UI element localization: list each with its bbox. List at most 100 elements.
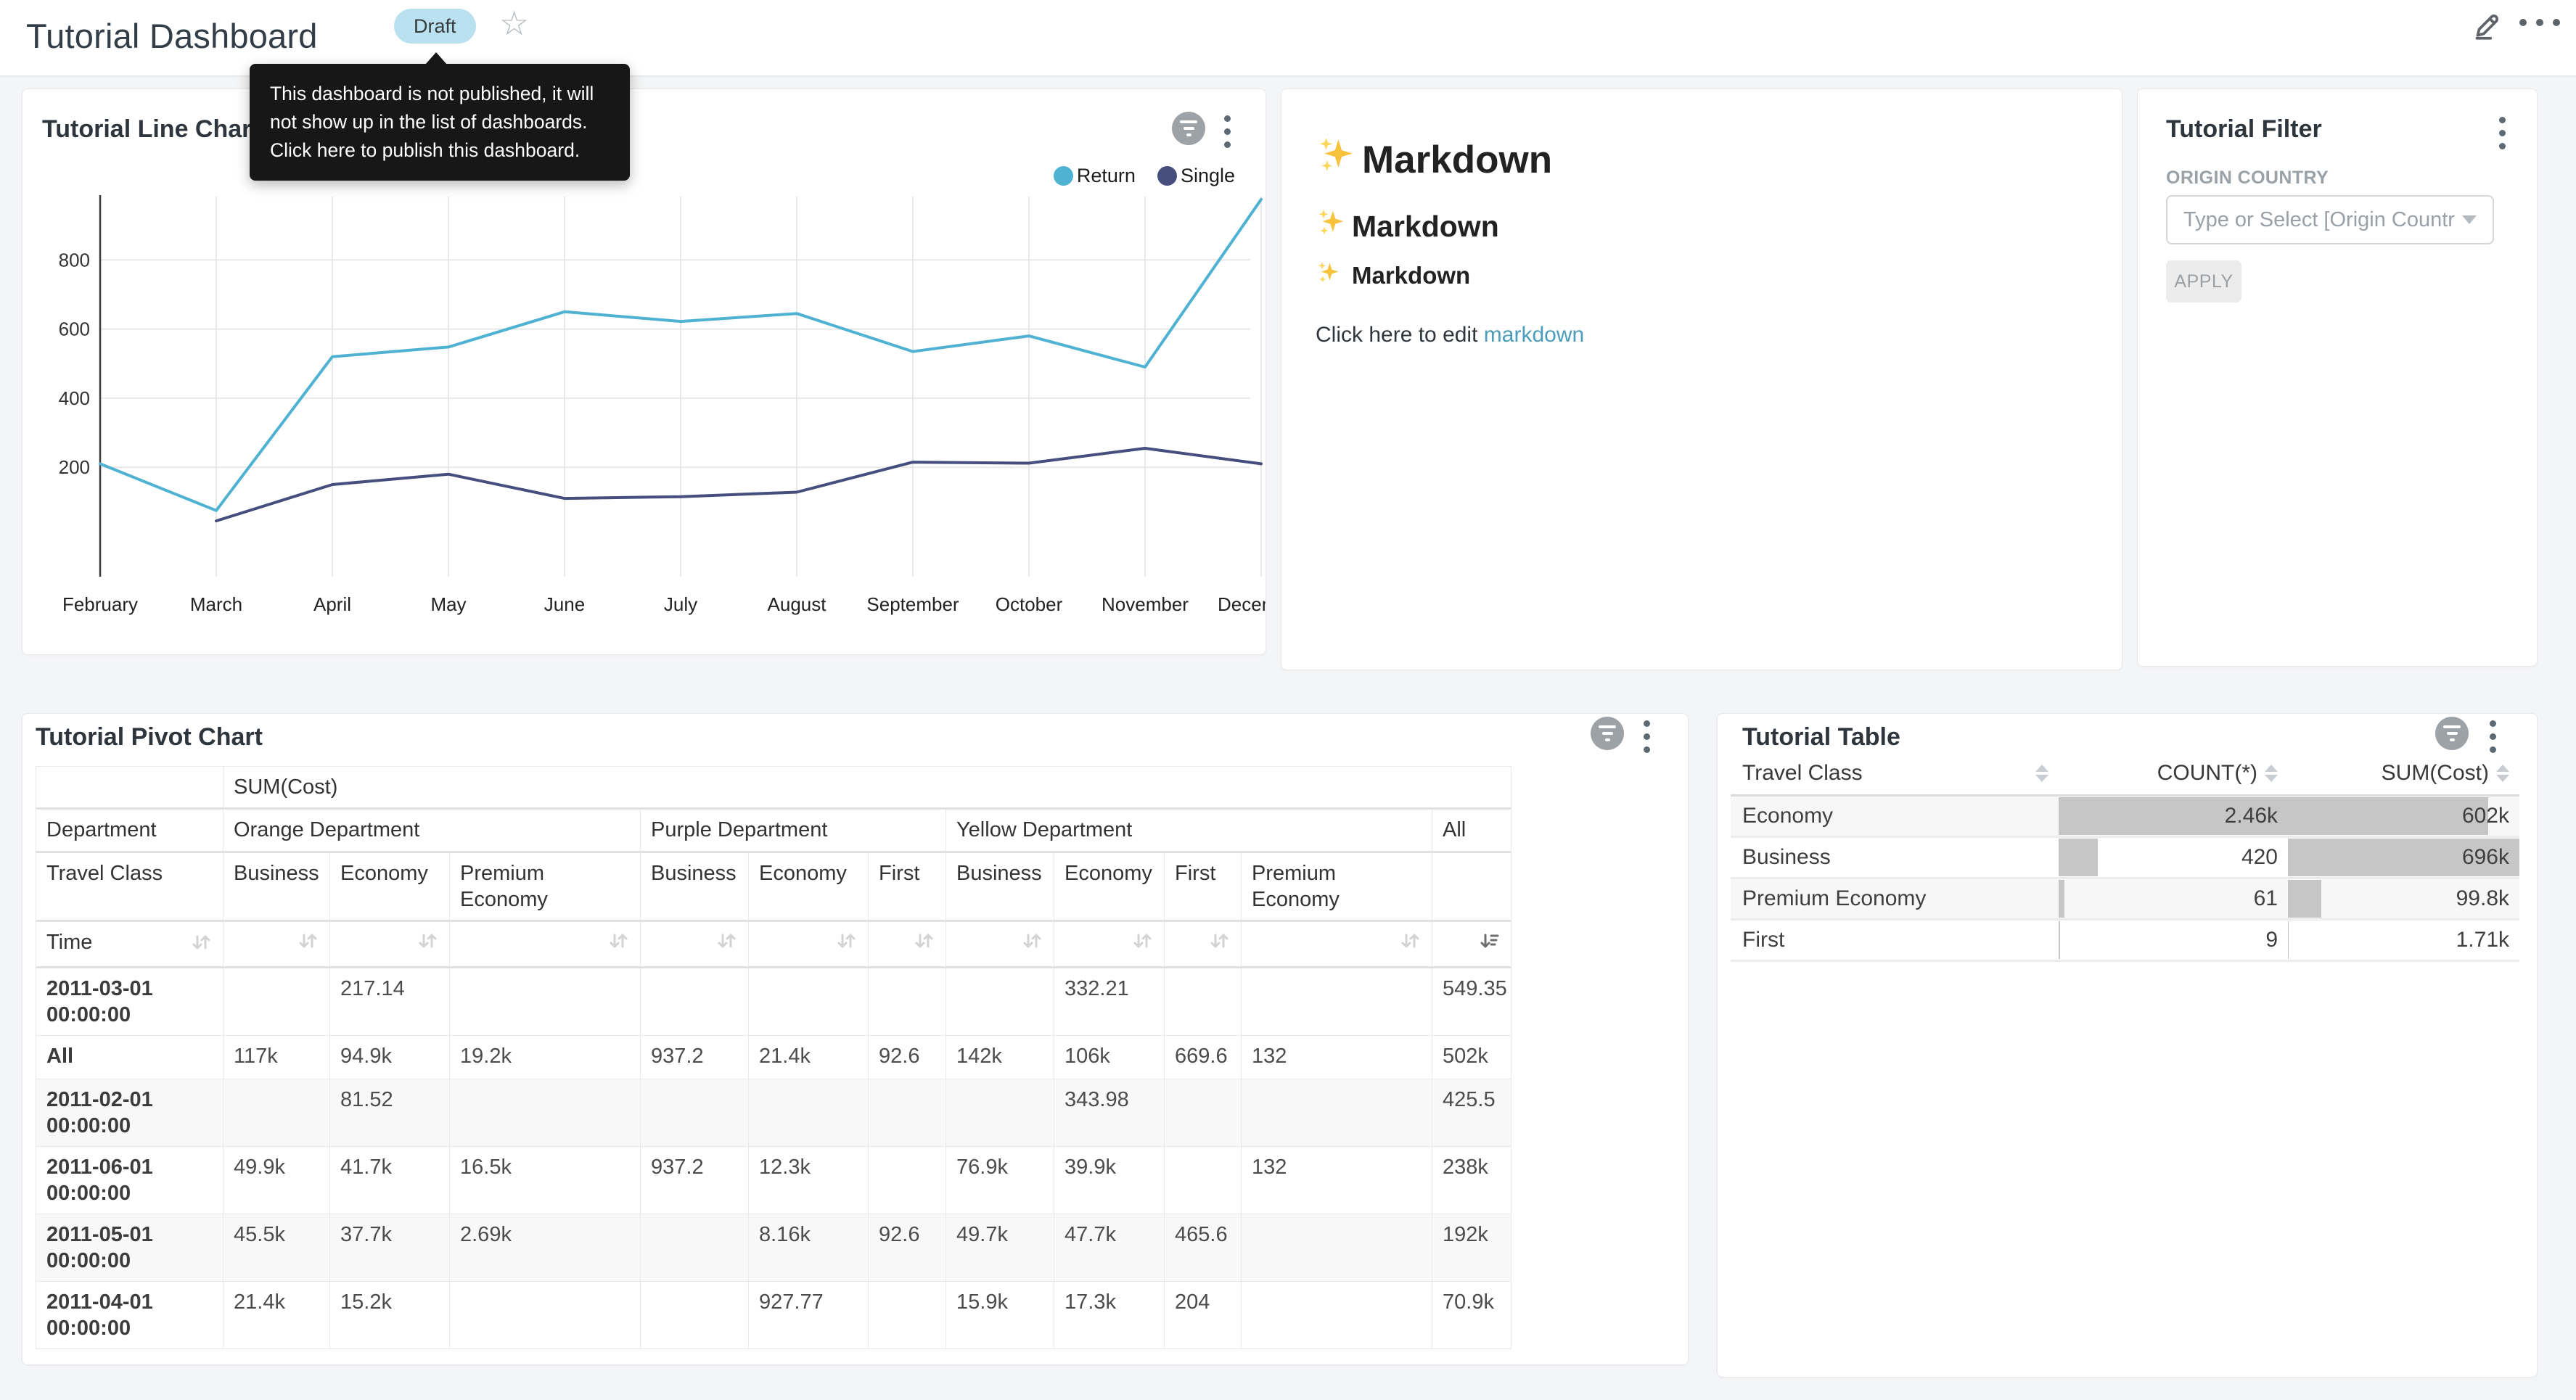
- dashboard-title: Tutorial Dashboard: [26, 16, 318, 56]
- pivot-value-cell: [1165, 1079, 1242, 1147]
- pivot-sort-cell[interactable]: [330, 921, 450, 968]
- x-tick-label: June: [544, 593, 585, 615]
- column-sorter-icon: [2265, 765, 2278, 782]
- series-line-single: [216, 448, 1261, 521]
- pivot-value-cell: [869, 1282, 946, 1349]
- pivot-value-cell: [869, 968, 946, 1036]
- pivot-value-cell: [450, 1079, 641, 1147]
- pivot-row-header: 2011-02-01 00:00:00: [36, 1079, 223, 1147]
- pivot-value-cell: [869, 1079, 946, 1147]
- x-tick-label: August: [768, 593, 827, 615]
- count-cell: 2.46k: [2059, 796, 2288, 836]
- pivot-value-cell: 238k: [1432, 1147, 1511, 1214]
- pivot-value-cell: 117k: [223, 1036, 330, 1079]
- pivot-class-header: Business: [946, 852, 1054, 921]
- pivot-dept-header: Yellow Department: [946, 809, 1432, 852]
- pivot-title: Tutorial Pivot Chart: [36, 723, 263, 752]
- pivot-value-cell: [1242, 1079, 1432, 1147]
- x-tick-label: November: [1102, 593, 1189, 615]
- pivot-value-cell: 92.6: [869, 1214, 946, 1282]
- origin-country-select[interactable]: Type or Select [Origin Country]: [2166, 195, 2494, 244]
- travel-class-cell: Premium Economy: [1731, 879, 2059, 918]
- pivot-menu-icon[interactable]: [1639, 716, 1654, 757]
- travel-class-cell: Business: [1731, 838, 2059, 877]
- select-placeholder: Type or Select [Origin Country]: [2183, 208, 2455, 232]
- pivot-sort-cell[interactable]: [1165, 921, 1242, 968]
- pivot-sort-cell[interactable]: [946, 921, 1054, 968]
- x-tick-label: July: [664, 593, 697, 615]
- table-menu-icon[interactable]: [2485, 716, 2501, 757]
- x-tick-label: February: [62, 593, 138, 615]
- tooltip-text: This dashboard is not published, it will…: [250, 64, 630, 181]
- more-actions-icon[interactable]: [2519, 19, 2560, 26]
- filter-menu-icon[interactable]: [2495, 112, 2510, 154]
- header-label: Travel Class: [1742, 761, 1863, 786]
- edit-markdown-link[interactable]: markdown: [1484, 323, 1584, 347]
- x-tick-label: April: [313, 593, 351, 615]
- pivot-row-header: 2011-05-01 00:00:00: [36, 1214, 223, 1282]
- table-header-count-[interactable]: COUNT(*): [2059, 761, 2288, 796]
- header-label: COUNT(*): [2157, 761, 2257, 786]
- travel-class-cell: Economy: [1731, 796, 2059, 836]
- pivot-value-cell: 15.9k: [946, 1282, 1054, 1349]
- table-row: Economy2.46k602k: [1731, 796, 2519, 837]
- count-cell: 9: [2059, 921, 2288, 960]
- pivot-row-header: 2011-06-01 00:00:00: [36, 1147, 223, 1214]
- pivot-sort-cell[interactable]: [641, 921, 749, 968]
- pivot-value-cell: [946, 968, 1054, 1036]
- table-row: Business420696k: [1731, 837, 2519, 878]
- pivot-value-cell: [641, 1282, 749, 1349]
- pivot-sort-cell[interactable]: [223, 921, 330, 968]
- markdown-cta: Click here to edit markdown: [1316, 323, 1584, 347]
- pivot-value-cell: 15.2k: [330, 1282, 450, 1349]
- pivot-value-cell: 47.7k: [1054, 1214, 1165, 1282]
- pivot-value-cell: 16.5k: [450, 1147, 641, 1214]
- sum-cell: 1.71k: [2288, 921, 2519, 960]
- apply-button[interactable]: APPLY: [2166, 260, 2241, 302]
- table-header-travel-class[interactable]: Travel Class: [1731, 761, 2059, 796]
- pivot-sort-cell[interactable]: [450, 921, 641, 968]
- pivot-value-cell: 132: [1242, 1036, 1432, 1079]
- pivot-table: SUM(Cost)DepartmentOrange DepartmentPurp…: [36, 766, 1511, 1349]
- pivot-sort-cell[interactable]: [869, 921, 946, 968]
- table-header-sum-cost-[interactable]: SUM(Cost): [2288, 761, 2519, 796]
- tutorial-table: Travel Class COUNT(*) SUM(Cost) Economy2.46…: [1731, 761, 2519, 962]
- y-tick-label: 600: [59, 318, 90, 340]
- pivot-class-header: [1432, 852, 1511, 921]
- favorite-star-icon[interactable]: ☆: [499, 3, 529, 44]
- pivot-value-cell: 132: [1242, 1147, 1432, 1214]
- pivot-value-cell: 12.3k: [749, 1147, 869, 1214]
- tooltip-caret: [425, 52, 447, 65]
- pivot-value-cell: 217.14: [330, 968, 450, 1036]
- markdown-h3: Markdown: [1316, 260, 1470, 292]
- pivot-value-cell: 8.16k: [749, 1214, 869, 1282]
- pivot-time-header[interactable]: Time: [36, 921, 223, 968]
- applied-filters-icon[interactable]: [2435, 717, 2469, 750]
- pivot-class-header: Economy: [1054, 852, 1165, 921]
- pivot-sort-cell[interactable]: [749, 921, 869, 968]
- sum-cell: 99.8k: [2288, 879, 2519, 918]
- pivot-sort-cell[interactable]: [1242, 921, 1432, 968]
- pivot-value-cell: 21.4k: [749, 1036, 869, 1079]
- pivot-value-cell: 94.9k: [330, 1036, 450, 1079]
- header-label: SUM(Cost): [2382, 761, 2489, 786]
- pivot-class-header: Economy: [330, 852, 450, 921]
- x-tick-label: October: [996, 593, 1063, 615]
- applied-filters-icon[interactable]: [1591, 717, 1624, 750]
- sparkle-icon: [1316, 260, 1342, 292]
- publish-tooltip[interactable]: This dashboard is not published, it will…: [250, 51, 630, 181]
- pivot-value-cell: [946, 1079, 1054, 1147]
- pivot-value-cell: [641, 1214, 749, 1282]
- edit-pencil-icon[interactable]: [2469, 6, 2505, 46]
- pivot-value-cell: 332.21: [1054, 968, 1165, 1036]
- pivot-value-cell: [223, 1079, 330, 1147]
- pivot-class-header: First: [1165, 852, 1242, 921]
- pivot-value-cell: 49.7k: [946, 1214, 1054, 1282]
- pivot-value-cell: 343.98: [1054, 1079, 1165, 1147]
- draft-status-badge[interactable]: Draft: [394, 9, 476, 44]
- pivot-sort-cell-sorted[interactable]: [1432, 921, 1511, 968]
- pivot-sort-cell[interactable]: [1054, 921, 1165, 968]
- pivot-row: All117k94.9k19.2k937.221.4k92.6142k106k6…: [36, 1036, 1511, 1079]
- pivot-row: 2011-06-01 00:00:0049.9k41.7k16.5k937.21…: [36, 1147, 1511, 1214]
- pivot-value-cell: 927.77: [749, 1282, 869, 1349]
